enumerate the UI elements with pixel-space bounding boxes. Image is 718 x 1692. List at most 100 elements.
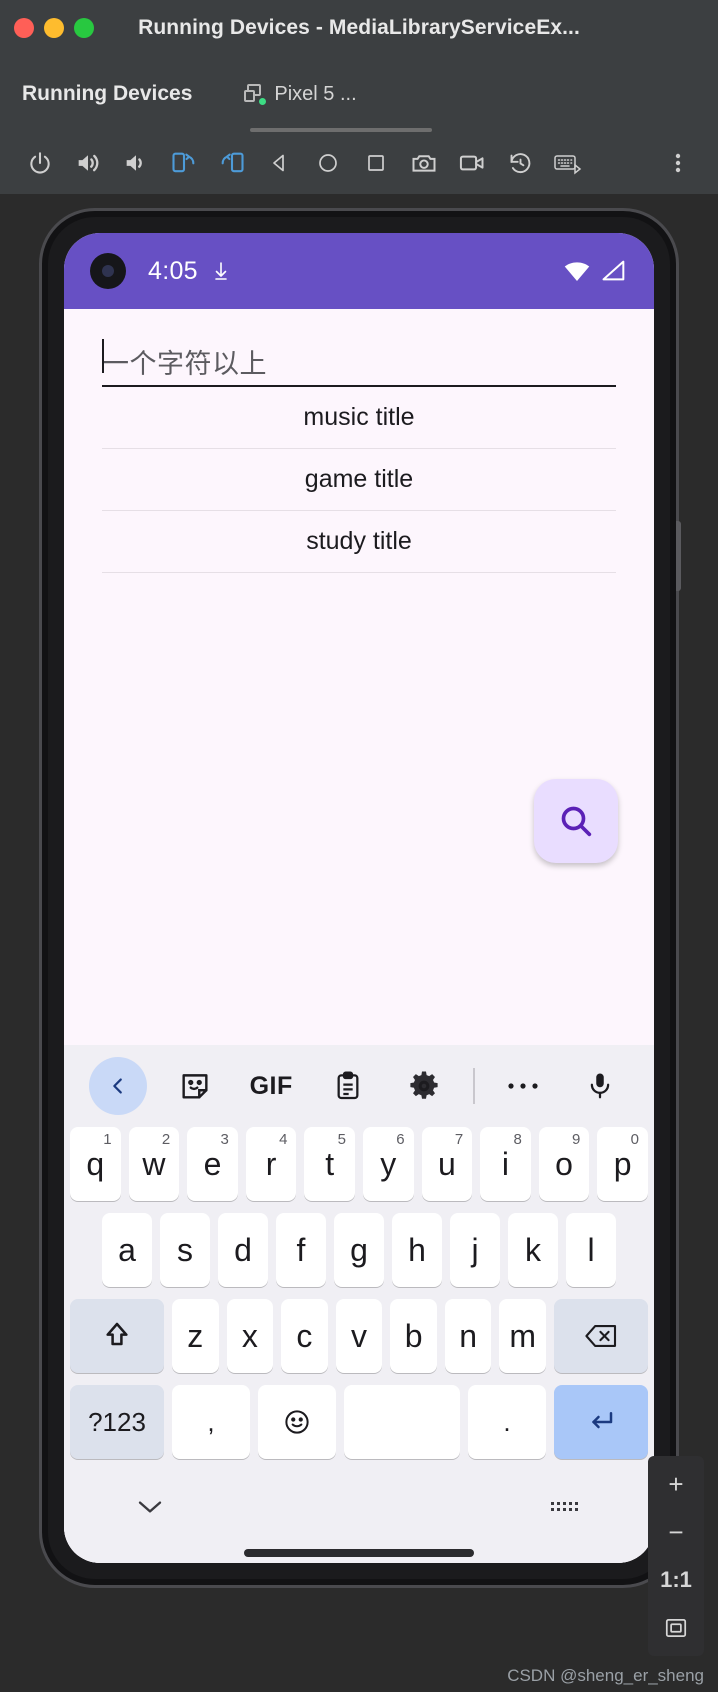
text-caret <box>102 339 104 373</box>
list-item[interactable]: study title <box>102 511 616 573</box>
back-button[interactable] <box>256 139 304 187</box>
hardware-input-button[interactable] <box>544 139 592 187</box>
gif-icon[interactable]: GIF <box>235 1055 307 1117</box>
keyboard-keys: 1q 2w 3e 4r 5t 6y 7u 8i 9o 0p a s d f g … <box>64 1127 654 1459</box>
camera-punch-hole <box>90 253 126 289</box>
zoom-in-button[interactable]: + <box>648 1460 704 1508</box>
actual-size-button[interactable]: 1:1 <box>648 1556 704 1604</box>
wifi-icon <box>562 259 592 283</box>
period-key[interactable]: . <box>468 1385 546 1459</box>
power-button[interactable] <box>16 139 64 187</box>
microphone-icon[interactable] <box>564 1055 636 1117</box>
clipboard-icon[interactable] <box>312 1055 384 1117</box>
more-button[interactable] <box>654 139 702 187</box>
key-g[interactable]: g <box>334 1213 384 1287</box>
device-screen[interactable]: 4:05 一个字符以上 music title game title study… <box>64 233 654 1563</box>
key-x[interactable]: x <box>226 1299 274 1373</box>
download-indicator-icon <box>212 261 230 281</box>
key-number: 5 <box>337 1131 346 1148</box>
keyboard-toolbar: GIF <box>64 1045 654 1127</box>
suggestion-list: music title game title study title <box>102 387 616 573</box>
key-s[interactable]: s <box>160 1213 210 1287</box>
key-w[interactable]: 2w <box>128 1127 180 1201</box>
key-j[interactable]: j <box>450 1213 500 1287</box>
maximize-window-button[interactable] <box>74 18 94 38</box>
key-m[interactable]: m <box>499 1299 547 1373</box>
home-gesture-indicator[interactable] <box>244 1549 474 1557</box>
history-button[interactable] <box>496 139 544 187</box>
key-a[interactable]: a <box>102 1213 152 1287</box>
window-title: Running Devices - MediaLibraryServiceEx.… <box>138 16 580 39</box>
key-u[interactable]: 7u <box>421 1127 473 1201</box>
emoji-key[interactable] <box>258 1385 336 1459</box>
overview-button[interactable] <box>352 139 400 187</box>
key-label: r <box>265 1145 277 1182</box>
key-l[interactable]: l <box>566 1213 616 1287</box>
key-f[interactable]: f <box>276 1213 326 1287</box>
zoom-out-button[interactable]: − <box>648 1508 704 1556</box>
key-number: 3 <box>220 1131 229 1148</box>
list-item[interactable]: game title <box>102 449 616 511</box>
key-h[interactable]: h <box>392 1213 442 1287</box>
comma-key[interactable]: , <box>172 1385 250 1459</box>
key-q[interactable]: 1q <box>70 1127 121 1201</box>
device-icon <box>244 84 267 105</box>
key-e[interactable]: 3e <box>187 1127 238 1201</box>
key-number: 6 <box>396 1131 405 1148</box>
key-label: p <box>613 1145 632 1182</box>
key-r[interactable]: 4r <box>245 1127 297 1201</box>
status-clock: 4:05 <box>148 256 198 285</box>
volume-down-button[interactable] <box>112 139 160 187</box>
tool-window-title: Running Devices <box>22 82 193 105</box>
record-screen-button[interactable] <box>448 139 496 187</box>
key-d[interactable]: d <box>218 1213 268 1287</box>
key-n[interactable]: n <box>444 1299 492 1373</box>
key-y[interactable]: 6y <box>363 1127 414 1201</box>
key-z[interactable]: z <box>171 1299 219 1373</box>
screenshot-button[interactable] <box>400 139 448 187</box>
settings-gear-icon[interactable] <box>388 1055 460 1117</box>
fit-to-window-button[interactable] <box>648 1604 704 1652</box>
rotate-left-button[interactable] <box>160 139 208 187</box>
backspace-key[interactable] <box>554 1299 649 1373</box>
window-controls[interactable] <box>0 18 94 38</box>
minimize-window-button[interactable] <box>44 18 64 38</box>
toolbar-divider <box>472 1068 475 1104</box>
key-p[interactable]: 0p <box>597 1127 648 1201</box>
device-side-button[interactable] <box>676 521 681 591</box>
key-t[interactable]: 5t <box>304 1127 355 1201</box>
key-b[interactable]: b <box>390 1299 437 1373</box>
key-v[interactable]: v <box>335 1299 383 1373</box>
chevron-down-icon[interactable] <box>134 1497 166 1517</box>
enter-key[interactable] <box>554 1385 648 1459</box>
key-c[interactable]: c <box>281 1299 328 1373</box>
key-label: i <box>501 1145 510 1182</box>
sticker-icon[interactable] <box>159 1055 231 1117</box>
symbols-key[interactable]: ?123 <box>70 1385 164 1459</box>
search-input[interactable]: 一个字符以上 <box>102 309 616 387</box>
search-hint-label: 一个字符以上 <box>102 348 267 379</box>
key-label: y <box>380 1145 397 1182</box>
key-o[interactable]: 9o <box>538 1127 590 1201</box>
home-button[interactable] <box>304 139 352 187</box>
list-item[interactable]: music title <box>102 387 616 449</box>
key-number: 8 <box>513 1131 522 1148</box>
zoom-controls: + − 1:1 <box>648 1456 704 1656</box>
key-i[interactable]: 8i <box>480 1127 531 1201</box>
space-key[interactable] <box>344 1385 460 1459</box>
emulator-device-area: 4:05 一个字符以上 music title game title study… <box>0 194 718 1692</box>
more-options-icon[interactable] <box>487 1055 559 1117</box>
volume-up-button[interactable] <box>64 139 112 187</box>
shift-key[interactable] <box>69 1299 164 1373</box>
keyboard-row-1: 1q 2w 3e 4r 5t 6y 7u 8i 9o 0p <box>70 1127 648 1201</box>
tab-pixel-5[interactable]: Pixel 5 ... <box>244 83 357 106</box>
rotate-right-button[interactable] <box>208 139 256 187</box>
keyboard-back-button[interactable] <box>82 1055 154 1117</box>
search-fab-button[interactable] <box>534 779 618 863</box>
key-k[interactable]: k <box>508 1213 558 1287</box>
keyboard-switch-icon[interactable] <box>550 1496 584 1518</box>
keyboard-row-4: ?123 , . <box>70 1385 648 1459</box>
android-status-bar: 4:05 <box>64 233 654 309</box>
close-window-button[interactable] <box>14 18 34 38</box>
chevron-left-icon <box>89 1057 147 1115</box>
